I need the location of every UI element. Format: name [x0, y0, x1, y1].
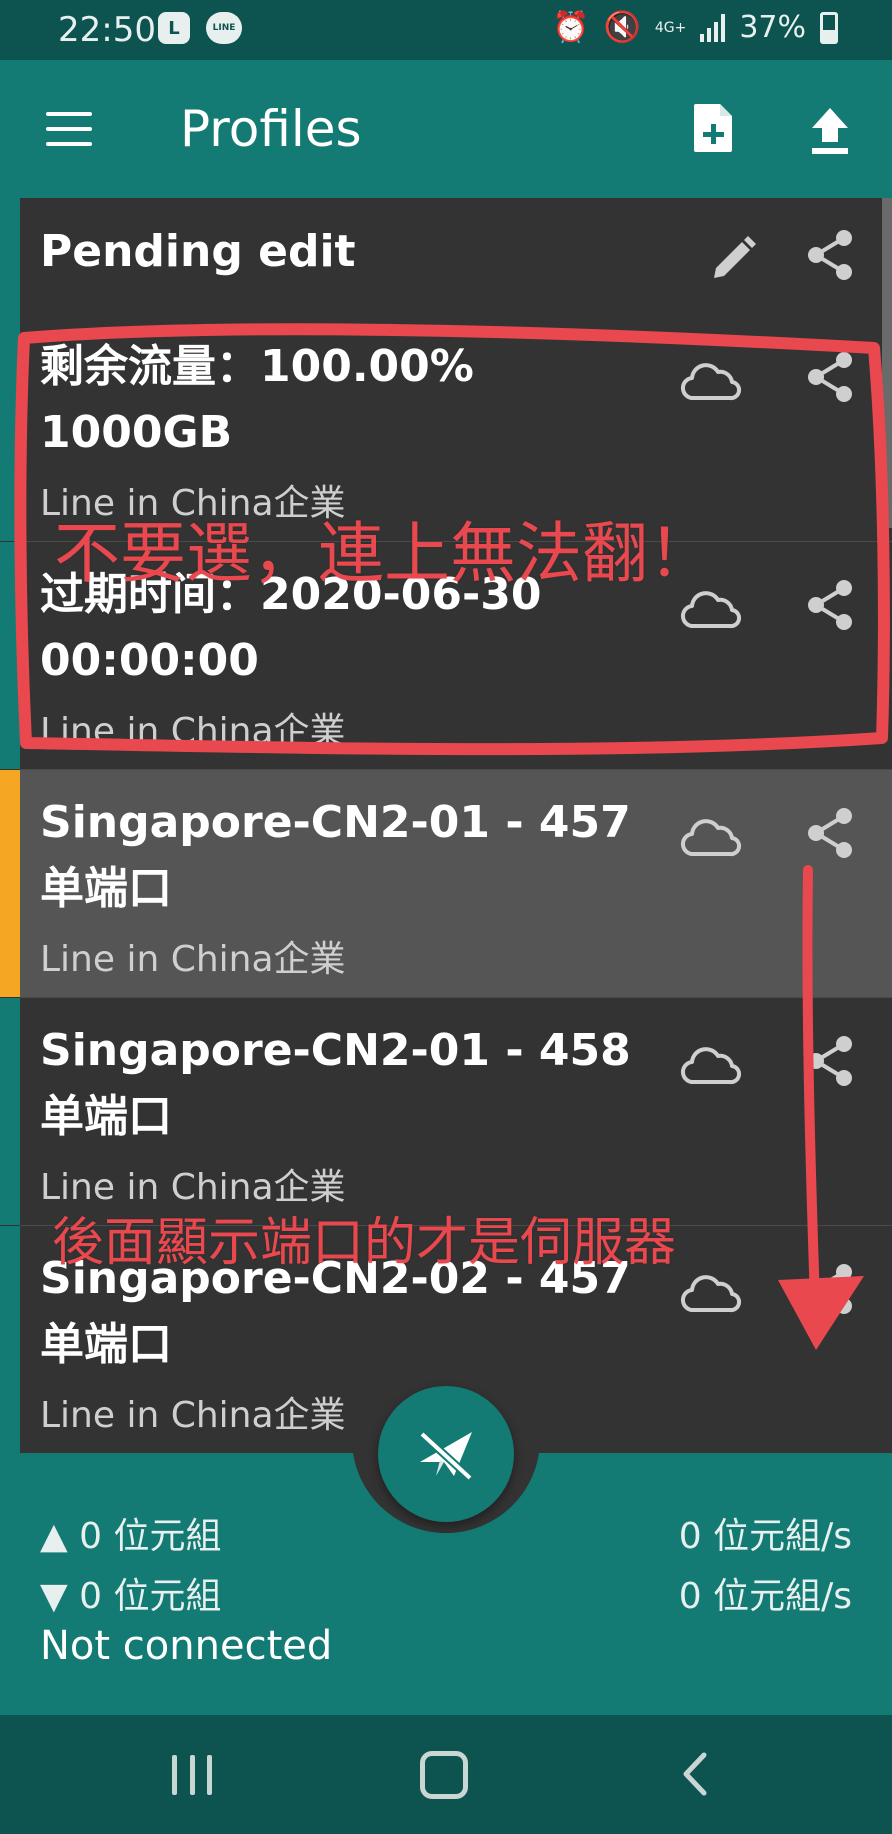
profile-group: Line in China企業	[40, 1167, 346, 1208]
profile-list[interactable]: Pending edit 剩余流量：100.00% 1000GB Line in …	[0, 198, 892, 1454]
profile-row[interactable]: 剩余流量：100.00% 1000GB Line in China企業	[0, 314, 892, 542]
upload-total: ▲ 0 位元組	[40, 1516, 222, 1557]
battery-icon	[820, 11, 838, 44]
pending-edit-row[interactable]: Pending edit	[0, 198, 892, 314]
row-accent	[0, 198, 20, 314]
status-indicators: ⏰ 🔇 4G+ 37%	[552, 10, 838, 45]
download-total: ▼ 0 位元組	[40, 1576, 222, 1617]
cloud-icon[interactable]	[680, 1274, 742, 1314]
cloud-icon[interactable]	[680, 1046, 742, 1086]
app-bar: Profiles	[0, 60, 892, 198]
signal-icon	[700, 13, 726, 42]
mute-icon: 🔇	[603, 10, 641, 45]
back-button[interactable]	[680, 1751, 710, 1797]
home-button[interactable]	[420, 1751, 468, 1799]
profile-row[interactable]: Singapore-CN2-01 - 458 单端口 Line in China企…	[0, 998, 892, 1226]
profile-title: Singapore-CN2-01 - 458 单端口	[40, 1025, 631, 1142]
cloud-icon[interactable]	[680, 818, 742, 858]
profile-title: 过期时间：2020-06-30 00:00:00	[40, 569, 542, 686]
share-icon[interactable]	[806, 1262, 854, 1316]
pencil-icon[interactable]	[708, 234, 758, 284]
profile-title: Singapore-CN2-01 - 457 单端口	[40, 797, 631, 914]
share-icon[interactable]	[806, 228, 854, 282]
profile-group: Line in China企業	[40, 1395, 346, 1436]
row-accent	[0, 314, 20, 541]
cloud-icon[interactable]	[680, 362, 742, 402]
status-time: 22:50	[58, 10, 156, 50]
profile-row[interactable]: Singapore-CN2-01 - 457 单端口 Line in China企…	[0, 770, 892, 998]
l-app-icon: L	[158, 12, 190, 44]
add-file-icon[interactable]	[692, 102, 734, 154]
status-bar: 22:50 L LINE ⏰ 🔇 4G+ 37%	[0, 0, 892, 60]
row-accent	[0, 1226, 20, 1453]
recents-button[interactable]	[172, 1755, 212, 1795]
upload-icon[interactable]	[808, 106, 852, 156]
connect-button[interactable]	[378, 1386, 514, 1522]
page-title: Profiles	[180, 100, 362, 158]
download-rate: 0 位元組/s	[678, 1576, 852, 1617]
line-app-icon: LINE	[206, 12, 242, 44]
cloud-icon[interactable]	[680, 590, 742, 630]
profile-title: 剩余流量：100.00% 1000GB	[40, 341, 474, 458]
battery-percent: 37%	[739, 10, 806, 45]
profile-row[interactable]: 过期时间：2020-06-30 00:00:00 Line in China企業	[0, 542, 892, 770]
upload-rate: 0 位元組/s	[678, 1516, 852, 1557]
share-icon[interactable]	[806, 578, 854, 632]
row-accent	[0, 998, 20, 1225]
share-icon[interactable]	[806, 1034, 854, 1088]
system-nav-bar	[0, 1715, 892, 1834]
row-accent	[0, 770, 20, 997]
network-type: 4G+	[654, 19, 687, 36]
profile-group: Line in China企業	[40, 939, 346, 980]
alarm-icon: ⏰	[552, 10, 590, 45]
profile-group: Line in China企業	[40, 711, 346, 752]
profile-group: Line in China企業	[40, 483, 346, 524]
share-icon[interactable]	[806, 350, 854, 404]
row-accent	[0, 542, 20, 769]
connection-status: Not connected	[40, 1623, 333, 1669]
profile-title: Singapore-CN2-02 - 457 单端口	[40, 1253, 631, 1370]
share-icon[interactable]	[806, 806, 854, 860]
paper-plane-off-icon	[419, 1431, 473, 1481]
scrollbar[interactable]	[882, 198, 892, 528]
menu-icon[interactable]	[46, 112, 92, 146]
pending-edit-title: Pending edit	[40, 226, 356, 277]
